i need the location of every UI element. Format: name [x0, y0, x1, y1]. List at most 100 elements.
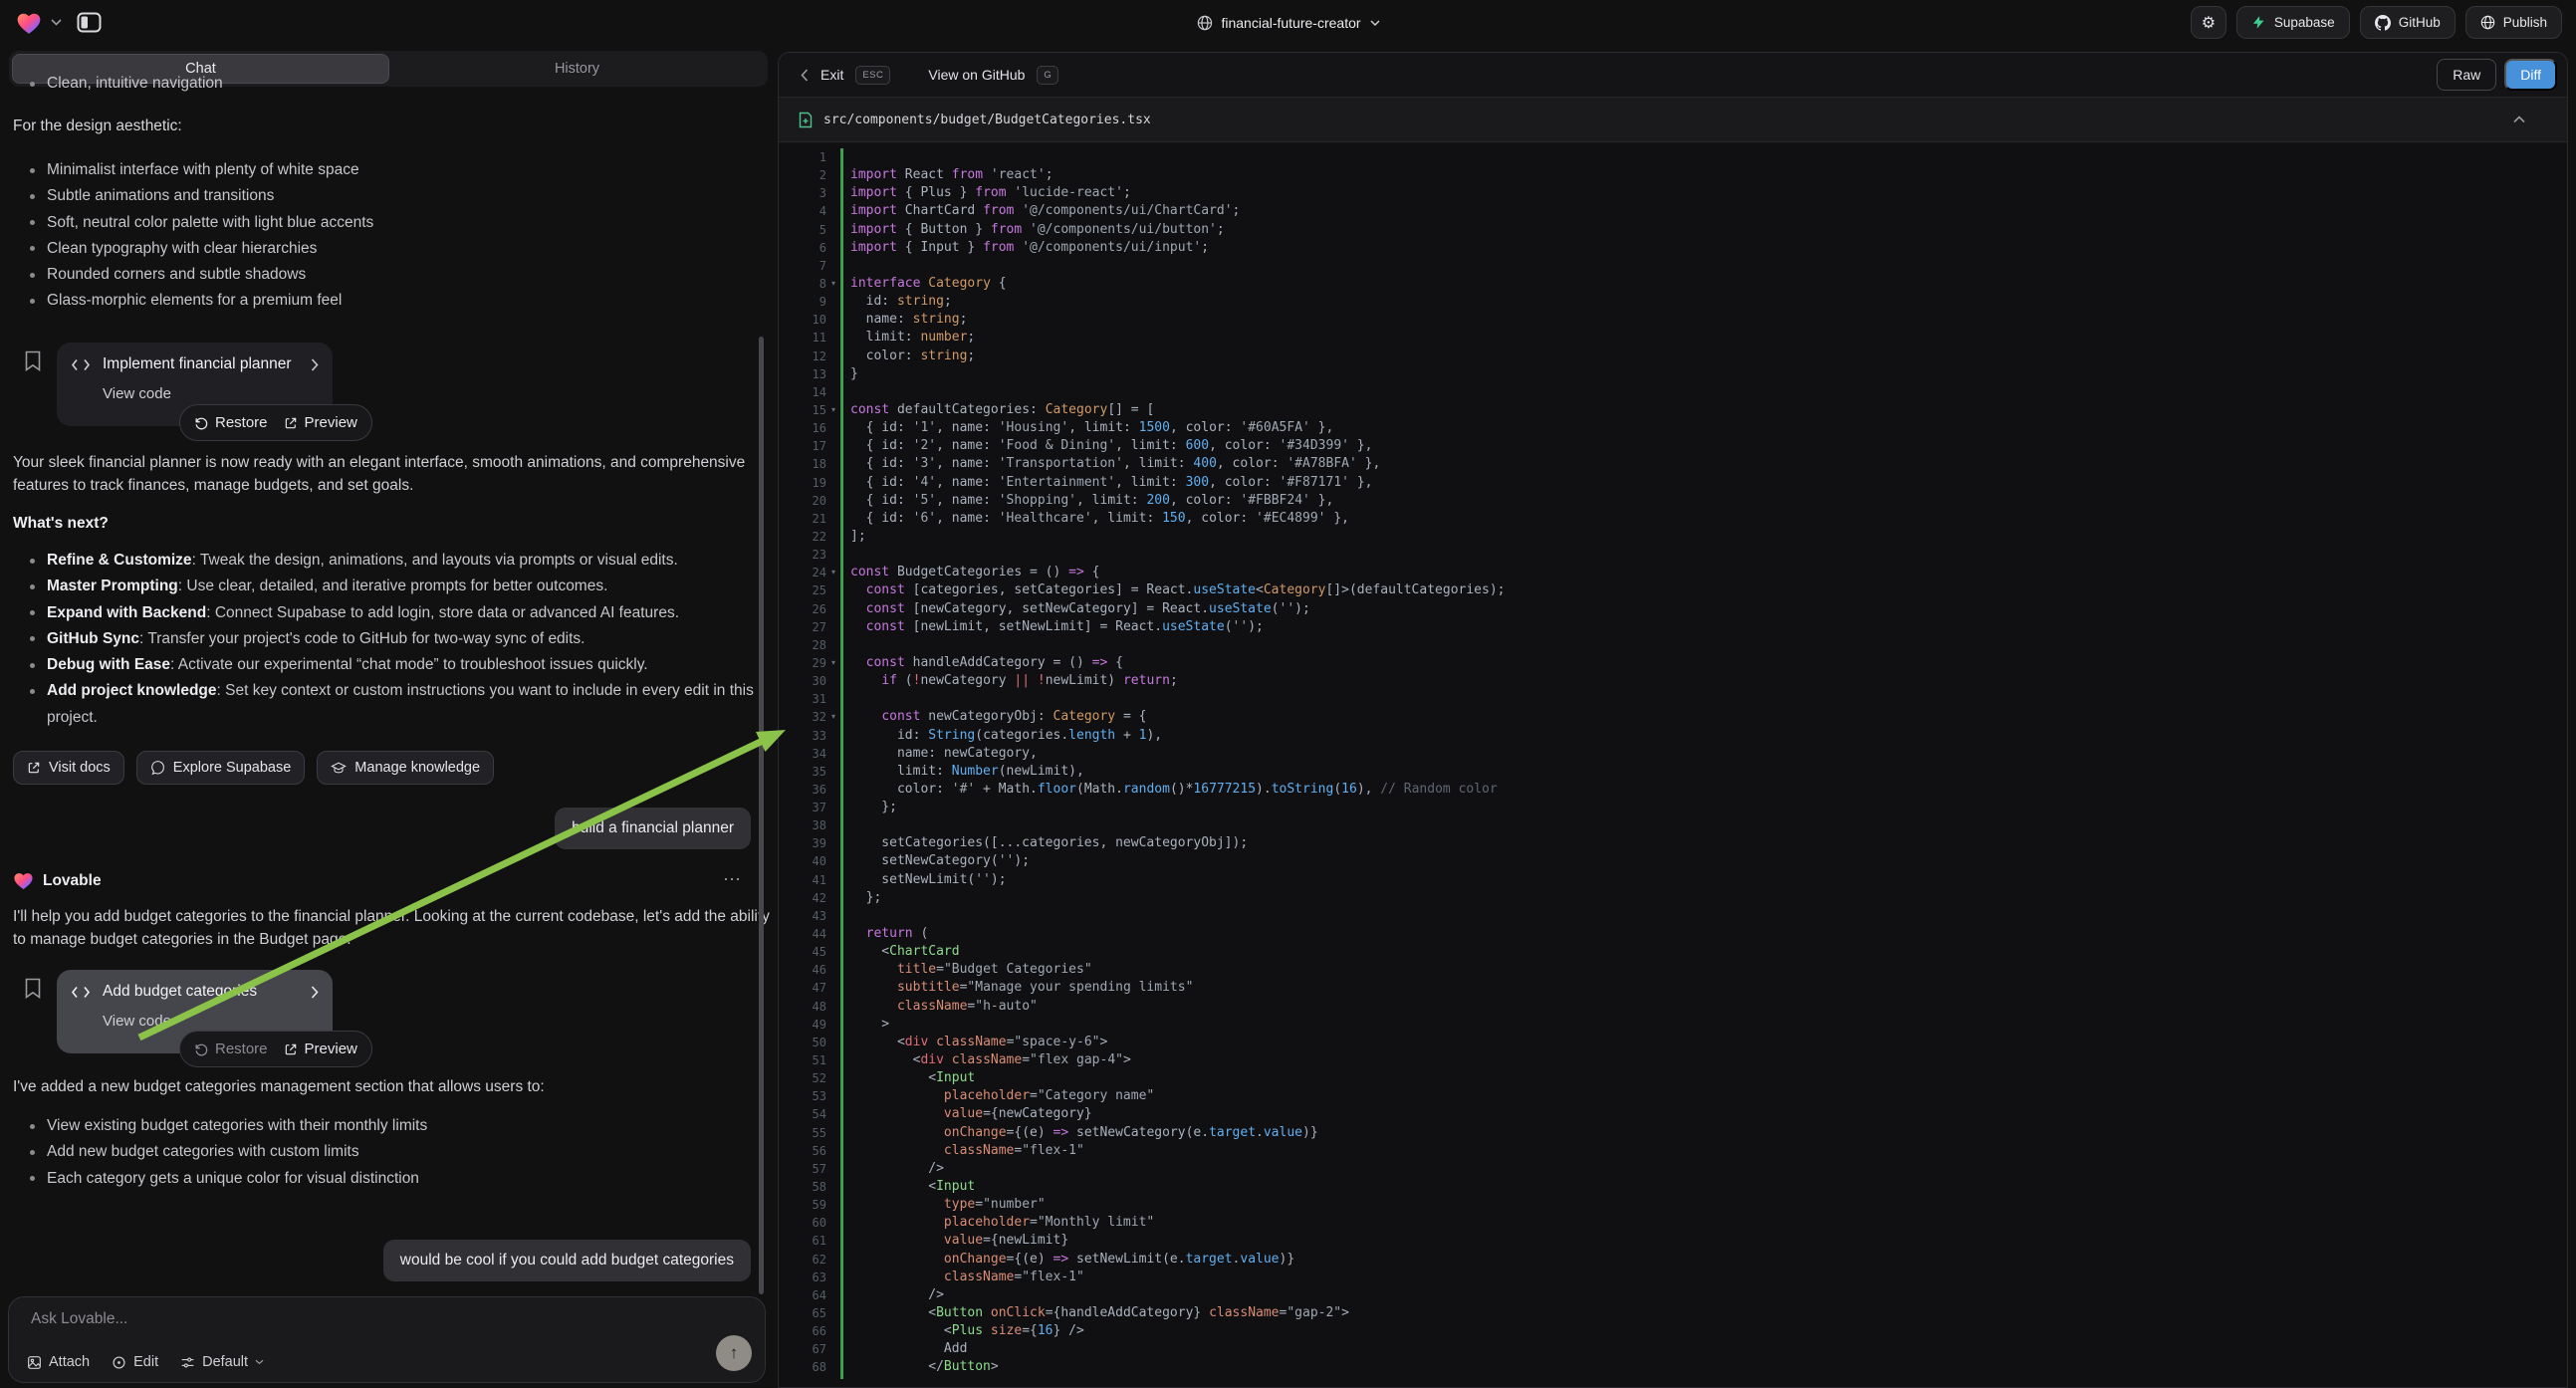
line-number: 50: [779, 1034, 826, 1051]
code-text: name: string;: [840, 311, 967, 329]
code-text: />: [840, 1160, 944, 1178]
restore-preview-toolbar: Restore Preview: [179, 1031, 372, 1067]
view-code-link[interactable]: View code: [103, 385, 171, 402]
line-number: 10: [779, 311, 826, 329]
code-text: import { Plus } from 'lucide-react';: [840, 184, 1131, 202]
file-header[interactable]: src/components/budget/BudgetCategories.t…: [779, 97, 2567, 142]
preview-button[interactable]: Preview: [284, 1041, 357, 1057]
assistant-header: Lovable: [13, 871, 102, 890]
code-viewer-header: Exit ESC View on GitHub G Raw Diff: [779, 53, 2567, 97]
line-number: 63: [779, 1269, 826, 1286]
fold-chevron-icon[interactable]: ▾: [826, 654, 840, 672]
raw-button[interactable]: Raw: [2437, 59, 2496, 91]
line-number: 59: [779, 1196, 826, 1214]
line-number: 64: [779, 1286, 826, 1304]
exit-button[interactable]: Exit: [820, 67, 843, 83]
fold-spacer: [826, 293, 840, 311]
design-bullet-list: Minimalist interface with plenty of whit…: [30, 157, 779, 315]
edit-mode-button[interactable]: Edit: [112, 1354, 158, 1370]
fold-spacer: [826, 257, 840, 275]
code-line: 8▾interface Category {: [779, 275, 2567, 293]
manage-knowledge-button[interactable]: Manage knowledge: [317, 751, 494, 785]
supabase-button[interactable]: Supabase: [2236, 6, 2350, 39]
preview-button[interactable]: Preview: [284, 414, 357, 431]
diff-button[interactable]: Diff: [2504, 59, 2557, 91]
restore-button[interactable]: Restore: [194, 414, 268, 431]
message-menu-button[interactable]: ⋯: [723, 869, 743, 890]
send-button[interactable]: ↑: [716, 1335, 752, 1371]
fold-chevron-icon[interactable]: ▾: [826, 275, 840, 293]
line-number: 27: [779, 618, 826, 636]
explore-supabase-button[interactable]: Explore Supabase: [136, 751, 306, 785]
assistant-name: Lovable: [43, 872, 102, 890]
settings-button[interactable]: ⚙: [2191, 6, 2226, 39]
code-line: 29▾ const handleAddCategory = () => {: [779, 654, 2567, 672]
code-line: 48 className="h-auto": [779, 998, 2567, 1016]
code-line: 60 placeholder="Monthly limit": [779, 1214, 2567, 1232]
chevron-down-icon: [1370, 20, 1380, 26]
workspace-chevron-icon[interactable]: [51, 19, 62, 26]
code-line: 44 return (: [779, 925, 2567, 943]
prompt-input-box[interactable]: Attach Edit Default ↑: [8, 1296, 766, 1383]
code-line: 26 const [newCategory, setNewCategory] =…: [779, 600, 2567, 618]
lovable-logo-icon[interactable]: [16, 11, 42, 35]
line-number: 39: [779, 834, 826, 852]
attach-button[interactable]: Attach: [27, 1354, 90, 1370]
code-line: 3import { Plus } from 'lucide-react';: [779, 184, 2567, 202]
design-bullet-item: Subtle animations and transitions: [30, 183, 779, 209]
code-text: <Plus size={16} />: [840, 1322, 1084, 1340]
fold-spacer: [826, 834, 840, 852]
fold-spacer: [826, 889, 840, 907]
code-line: 45 <ChartCard: [779, 943, 2567, 961]
toggle-sidebar-button[interactable]: [77, 12, 102, 33]
line-number: 40: [779, 852, 826, 870]
code-text: name: newCategory,: [840, 745, 1038, 763]
chat-scrollbar[interactable]: [759, 337, 764, 1294]
line-number: 8: [779, 275, 826, 293]
github-button[interactable]: GitHub: [2360, 6, 2456, 39]
view-code-link[interactable]: View code: [103, 1013, 171, 1030]
bookmark-icon[interactable]: [24, 350, 44, 372]
line-number: 56: [779, 1142, 826, 1160]
code-line: 36 color: '#' + Math.floor(Math.random()…: [779, 781, 2567, 799]
fold-spacer: [826, 1196, 840, 1214]
fold-chevron-icon[interactable]: ▾: [826, 708, 840, 726]
collapse-file-button[interactable]: [2513, 116, 2525, 123]
view-on-github-button[interactable]: View on GitHub: [928, 67, 1025, 83]
code-line: 64 />: [779, 1286, 2567, 1304]
code-text: value={newCategory}: [840, 1105, 1092, 1123]
bookmark-icon[interactable]: [24, 978, 44, 1000]
line-number: 28: [779, 636, 826, 654]
supabase-bolt-icon: [2251, 15, 2266, 30]
target-icon: [112, 1355, 126, 1370]
code-text: placeholder="Category name": [840, 1087, 1154, 1105]
code-line: 57 />: [779, 1160, 2567, 1178]
code-line: 27 const [newLimit, setNewLimit] = React…: [779, 618, 2567, 636]
lovable-avatar: [13, 871, 34, 890]
code-text: const [categories, setCategories] = Reac…: [840, 581, 1505, 599]
code-text: if (!newCategory || !newLimit) return;: [840, 672, 1178, 690]
code-line: 19 { id: '4', name: 'Entertainment', lim…: [779, 474, 2567, 492]
fold-chevron-icon[interactable]: ▾: [826, 401, 840, 419]
visit-docs-button[interactable]: Visit docs: [13, 751, 124, 785]
prompt-textarea[interactable]: [29, 1308, 626, 1338]
model-selector[interactable]: Default: [180, 1354, 264, 1370]
restore-button[interactable]: Restore: [194, 1041, 268, 1057]
line-number: 14: [779, 383, 826, 401]
code-text: import React from 'react';: [840, 166, 1054, 184]
code-line: 34 name: newCategory,: [779, 745, 2567, 763]
project-switcher[interactable]: financial-future-creator: [1196, 0, 1379, 45]
line-number: 23: [779, 546, 826, 564]
fold-chevron-icon[interactable]: ▾: [826, 564, 840, 581]
code-text: onChange={(e) => setNewLimit(e.target.va…: [840, 1251, 1294, 1269]
code-area: 1 2import React from 'react';3import { P…: [779, 143, 2567, 1388]
code-line: 13}: [779, 365, 2567, 383]
code-line: 24▾const BudgetCategories = () => {: [779, 564, 2567, 581]
fold-spacer: [826, 184, 840, 202]
g-key-hint: G: [1037, 66, 1058, 85]
publish-button[interactable]: Publish: [2465, 6, 2562, 39]
code-line: 10 name: string;: [779, 311, 2567, 329]
globe-icon: [1196, 15, 1212, 31]
line-number: 9: [779, 293, 826, 311]
fold-spacer: [826, 510, 840, 528]
